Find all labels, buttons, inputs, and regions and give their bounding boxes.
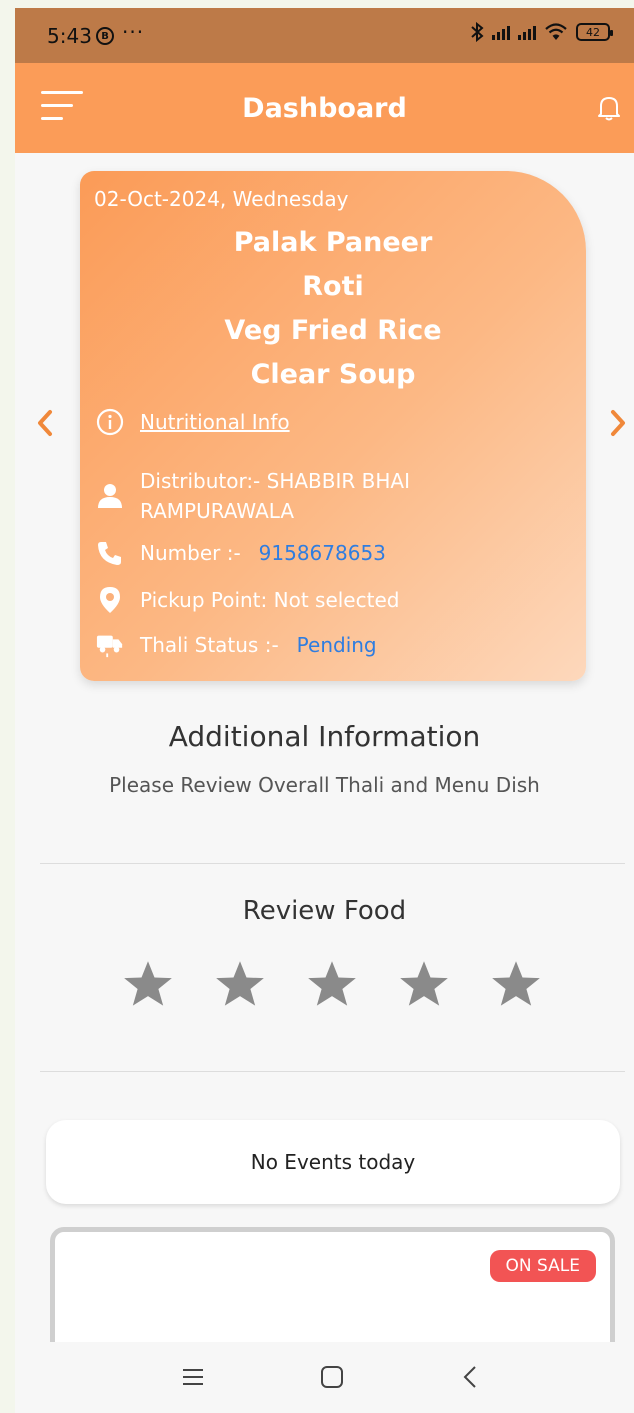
delivery-truck-icon	[96, 635, 123, 658]
menu-item: Roti	[302, 271, 364, 302]
back-icon[interactable]	[458, 1364, 484, 1390]
distributor-text: Distributor:- SHABBIR BHAI RAMPURAWALA	[140, 469, 410, 523]
battery-icon: 42	[576, 23, 613, 41]
wifi-icon	[545, 23, 567, 40]
meal-date: 02-Oct-2024, Wednesday	[94, 187, 349, 211]
number-label: Number :-	[140, 541, 241, 565]
additional-info-title: Additional Information	[168, 720, 481, 753]
events-card: No Events today	[46, 1120, 620, 1204]
recent-apps-icon[interactable]	[180, 1364, 206, 1390]
app-bar: Dashboard	[15, 63, 634, 153]
page-title: Dashboard	[242, 93, 407, 124]
nutritional-info-label[interactable]: Nutritional Info	[140, 410, 290, 434]
more-notifications-icon: ···	[122, 20, 145, 44]
person-icon	[98, 484, 122, 508]
phone-screen: 5:43 B ··· 42 Dashboard 02-Oct-2024, Wed…	[15, 8, 634, 1413]
star-rating[interactable]	[122, 958, 542, 1010]
signal-icon-2	[518, 24, 536, 40]
thali-status-value: Pending	[296, 633, 377, 657]
bluetooth-icon	[471, 22, 484, 42]
system-nav-bar	[15, 1342, 634, 1413]
thali-status-row: Thali Status :- Pending	[96, 632, 377, 658]
distributor-row: Distributor:- SHABBIR BHAI RAMPURAWALA	[96, 466, 460, 526]
on-sale-badge: ON SALE	[489, 1250, 596, 1282]
star-icon[interactable]	[490, 958, 542, 1010]
star-icon[interactable]	[398, 958, 450, 1010]
nutritional-info-link[interactable]: Nutritional Info	[96, 408, 290, 436]
signal-icon	[492, 24, 510, 40]
pickup-row: Pickup Point: Not selected	[96, 586, 399, 614]
meal-card: 02-Oct-2024, Wednesday Palak Paneer Roti…	[80, 171, 586, 681]
phone-icon	[98, 542, 121, 565]
home-icon[interactable]	[319, 1364, 345, 1390]
star-icon[interactable]	[214, 958, 266, 1010]
menu-item: Palak Paneer	[233, 227, 433, 258]
menu-item: Veg Fried Rice	[224, 315, 442, 346]
bell-icon[interactable]	[598, 94, 620, 122]
additional-info-subtitle: Please Review Overall Thali and Menu Dis…	[109, 773, 540, 797]
divider	[40, 1071, 625, 1072]
location-pin-icon	[100, 587, 120, 613]
divider	[40, 863, 625, 864]
chevron-left-icon[interactable]	[35, 408, 55, 438]
menu-list: Palak Paneer Roti Veg Fried Rice Clear S…	[80, 221, 586, 397]
menu-item: Clear Soup	[250, 359, 416, 390]
info-icon	[96, 408, 124, 436]
chevron-right-icon[interactable]	[608, 408, 628, 438]
star-icon[interactable]	[306, 958, 358, 1010]
status-bar: 5:43 B ··· 42	[15, 8, 634, 63]
phone-number-link[interactable]: 9158678653	[259, 541, 386, 565]
number-row: Number :- 9158678653	[96, 540, 386, 566]
notification-badge-icon: B	[96, 27, 114, 45]
status-icons: 42	[470, 22, 613, 42]
thali-status-label: Thali Status :-	[140, 633, 279, 657]
pickup-text: Pickup Point: Not selected	[140, 588, 400, 612]
review-food-title: Review Food	[242, 896, 407, 926]
star-icon[interactable]	[122, 958, 174, 1010]
status-time: 5:43	[47, 24, 92, 48]
